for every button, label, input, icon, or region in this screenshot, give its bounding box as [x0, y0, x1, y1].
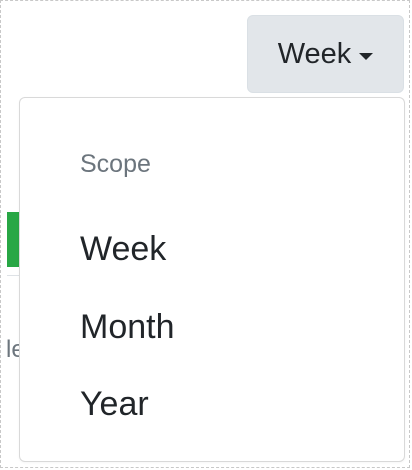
scope-dropdown-label: Week	[277, 37, 352, 70]
menu-item-year[interactable]: Year	[20, 372, 404, 436]
menu-item-month[interactable]: Month	[20, 295, 404, 359]
menu-item-week[interactable]: Week	[20, 217, 404, 281]
menu-header-scope: Scope	[80, 150, 151, 178]
scope-dropdown-button[interactable]: Week	[247, 15, 404, 93]
background-partial-text: le	[6, 336, 20, 363]
scope-dropdown-menu: Scope Week Month Year	[19, 97, 405, 462]
caret-down-icon	[359, 52, 374, 60]
